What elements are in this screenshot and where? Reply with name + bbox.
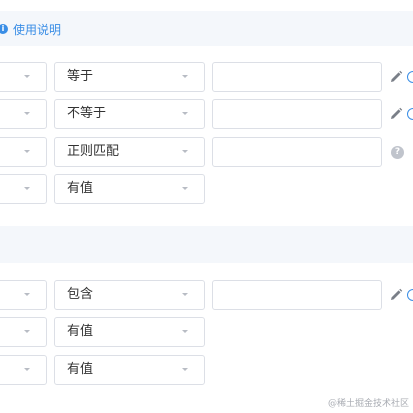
value-input[interactable] <box>212 99 382 129</box>
field-select[interactable] <box>0 317 47 347</box>
filter-rules-panel: i 使用说明 等于 不等于 正则匹配 ? 有值 包含 有值 有值 @稀土掘金技术… <box>0 0 413 413</box>
chevron-down-icon <box>182 330 188 333</box>
chevron-down-icon <box>182 112 188 115</box>
operator-select[interactable]: 正则匹配 <box>54 137 205 167</box>
circle-icon[interactable] <box>407 108 413 120</box>
info-icon: i <box>0 24 8 34</box>
field-select[interactable] <box>0 355 47 385</box>
field-select[interactable] <box>0 137 47 167</box>
chevron-down-icon <box>24 330 30 333</box>
field-select[interactable] <box>0 99 47 129</box>
operator-select[interactable]: 有值 <box>54 174 205 204</box>
pencil-icon[interactable] <box>389 288 403 302</box>
chevron-down-icon <box>24 112 30 115</box>
operator-select[interactable]: 等于 <box>54 62 205 92</box>
group2-header <box>0 226 413 263</box>
operator-value: 有值 <box>67 324 94 339</box>
pencil-icon[interactable] <box>389 107 403 121</box>
circle-icon[interactable] <box>407 289 413 301</box>
chevron-down-icon <box>182 187 188 190</box>
field-select[interactable] <box>0 62 47 92</box>
operator-select[interactable]: 包含 <box>54 280 205 310</box>
operator-select[interactable]: 不等于 <box>54 99 205 129</box>
chevron-down-icon <box>24 368 30 371</box>
chevron-down-icon <box>182 293 188 296</box>
pencil-icon[interactable] <box>389 70 403 84</box>
field-select[interactable] <box>0 174 47 204</box>
operator-value: 不等于 <box>67 106 107 121</box>
value-input[interactable] <box>212 137 382 167</box>
help-icon[interactable]: ? <box>391 146 404 159</box>
value-input[interactable] <box>212 280 382 310</box>
chevron-down-icon <box>24 187 30 190</box>
usage-link-label: 使用说明 <box>13 22 62 37</box>
chevron-down-icon <box>24 293 30 296</box>
value-input[interactable] <box>212 62 382 92</box>
circle-icon[interactable] <box>407 71 413 83</box>
watermark: @稀土掘金技术社区 <box>327 399 409 409</box>
chevron-down-icon <box>182 150 188 153</box>
chevron-down-icon <box>24 75 30 78</box>
operator-value: 有值 <box>67 362 94 377</box>
operator-select[interactable]: 有值 <box>54 355 205 385</box>
chevron-down-icon <box>182 368 188 371</box>
usage-link[interactable]: i 使用说明 <box>0 21 61 37</box>
operator-value: 正则匹配 <box>67 144 120 159</box>
operator-value: 有值 <box>67 181 94 196</box>
operator-value: 等于 <box>67 69 94 84</box>
field-select[interactable] <box>0 280 47 310</box>
chevron-down-icon <box>182 75 188 78</box>
chevron-down-icon <box>24 150 30 153</box>
operator-value: 包含 <box>67 287 94 302</box>
operator-select[interactable]: 有值 <box>54 317 205 347</box>
group1-header <box>0 11 413 46</box>
